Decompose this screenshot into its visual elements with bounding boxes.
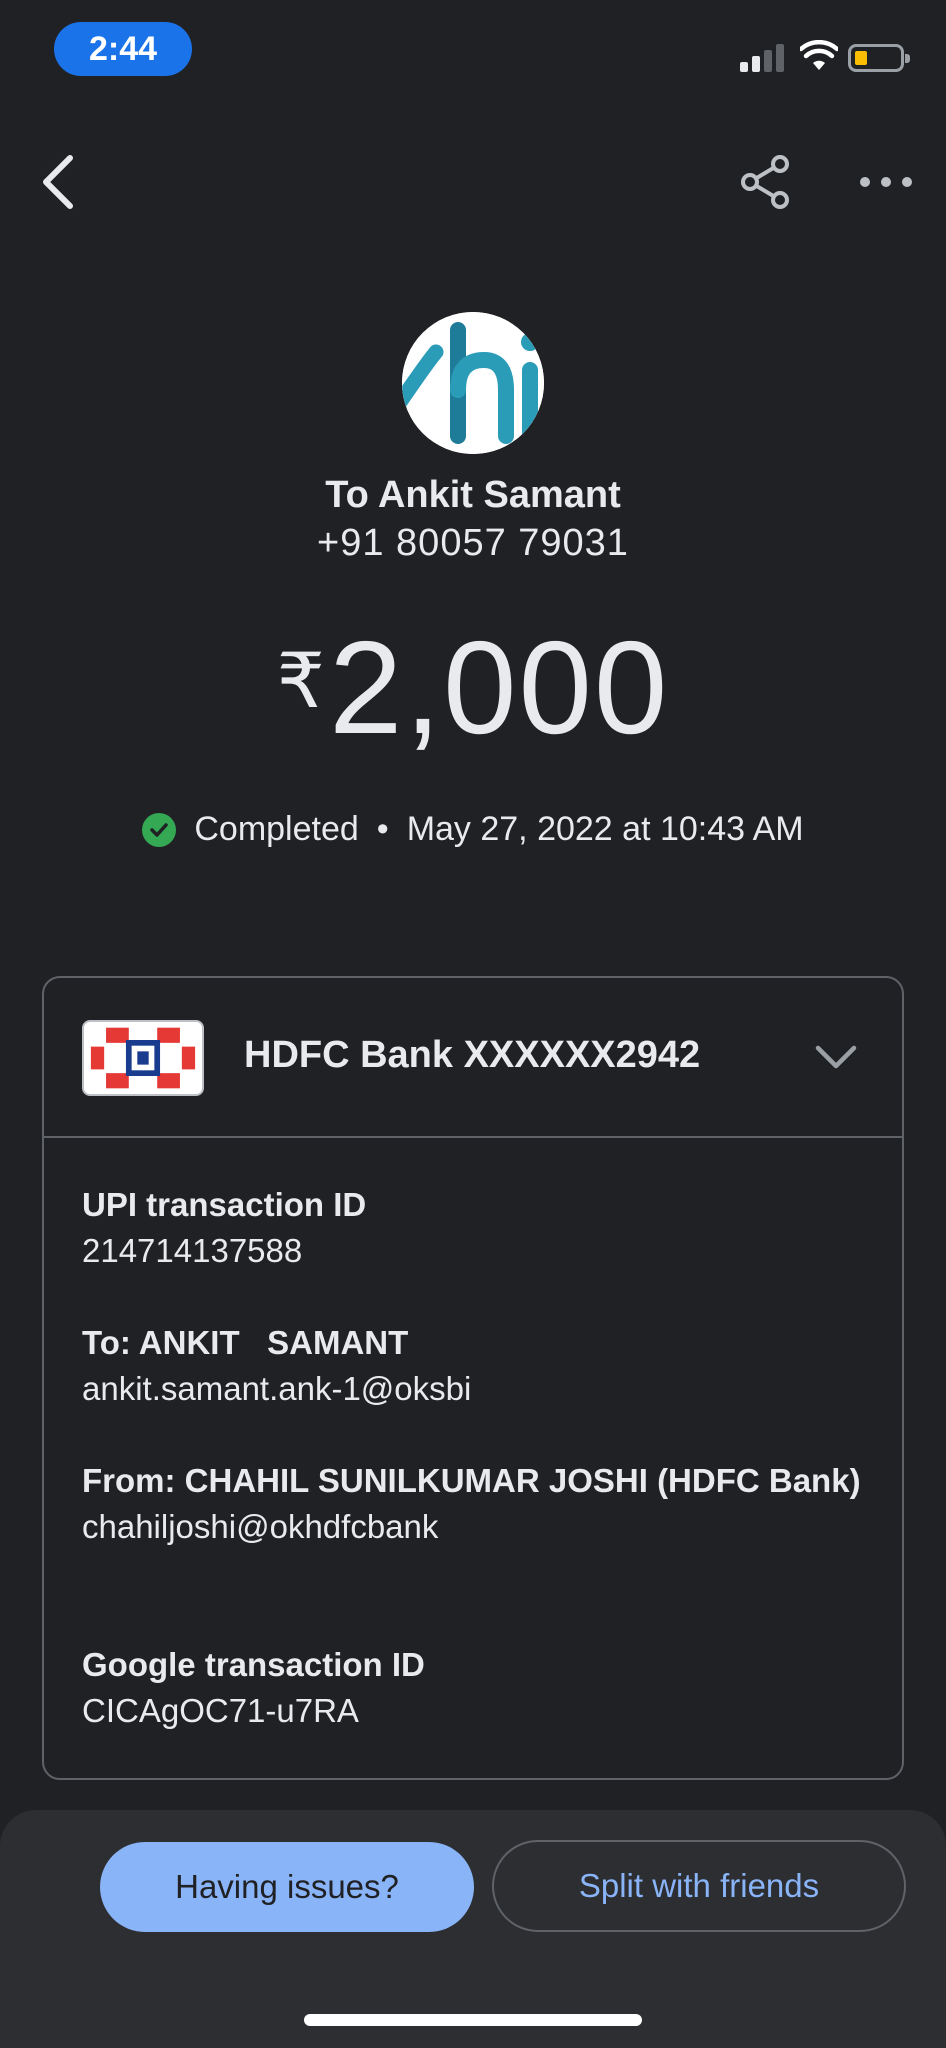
currency-symbol: ₹ — [276, 639, 326, 724]
google-transaction-id: Google transaction ID CICAgOC71-u7RA — [82, 1642, 862, 1734]
hdfc-bank-logo — [82, 1020, 204, 1096]
detail-label: To: ANKIT SAMANT — [82, 1324, 409, 1361]
status-state: Completed — [194, 810, 359, 848]
chevron-down-icon[interactable] — [814, 1034, 858, 1078]
amount-value: 2,000 — [329, 614, 670, 761]
payment-amount: ₹ 2,000 — [0, 612, 946, 763]
status-timestamp: May 27, 2022 at 10:43 AM — [406, 810, 804, 848]
recipient-avatar — [402, 312, 544, 454]
detail-value: chahiljoshi@okhdfcbank — [82, 1508, 439, 1545]
having-issues-button[interactable]: Having issues? — [100, 1842, 474, 1932]
share-icon[interactable] — [738, 154, 792, 210]
sender-details: From: CHAHIL SUNILKUMAR JOSHI (HDFC Bank… — [82, 1458, 862, 1550]
transaction-details-card: HDFC Bank XXXXXX2942 UPI transaction ID … — [42, 976, 904, 1780]
detail-label: From: CHAHIL SUNILKUMAR JOSHI (HDFC Bank… — [82, 1462, 861, 1499]
split-with-friends-button[interactable]: Split with friends — [492, 1840, 906, 1932]
battery-icon — [848, 44, 910, 72]
status-separator: • — [376, 810, 389, 848]
wifi-icon — [800, 40, 838, 70]
detail-value: ankit.samant.ank-1@oksbi — [82, 1370, 472, 1407]
more-options-icon[interactable] — [860, 160, 912, 204]
back-icon[interactable] — [34, 152, 84, 212]
detail-label: Google transaction ID — [82, 1646, 425, 1683]
detail-value: 214714137588 — [82, 1232, 303, 1269]
detail-label: UPI transaction ID — [82, 1186, 367, 1223]
recipient-details: To: ANKIT SAMANT ankit.samant.ank-1@oksb… — [82, 1320, 862, 1412]
recipient-name: To Ankit Samant — [325, 474, 621, 516]
bank-account-name: HDFC Bank XXXXXX2942 — [244, 1034, 701, 1076]
recipient-phone: +91 80057 79031 — [317, 522, 629, 564]
home-indicator[interactable] — [304, 2014, 642, 2026]
cellular-signal-icon — [740, 42, 786, 72]
bank-account-row[interactable]: HDFC Bank XXXXXX2942 — [44, 978, 902, 1138]
upi-transaction-id: UPI transaction ID 214714137588 — [82, 1182, 862, 1274]
check-circle-icon — [142, 812, 177, 847]
detail-value: CICAgOC71-u7RA — [82, 1692, 359, 1729]
transaction-status: Completed • May 27, 2022 at 10:43 AM — [0, 810, 946, 849]
status-time: 2:44 — [54, 22, 192, 76]
